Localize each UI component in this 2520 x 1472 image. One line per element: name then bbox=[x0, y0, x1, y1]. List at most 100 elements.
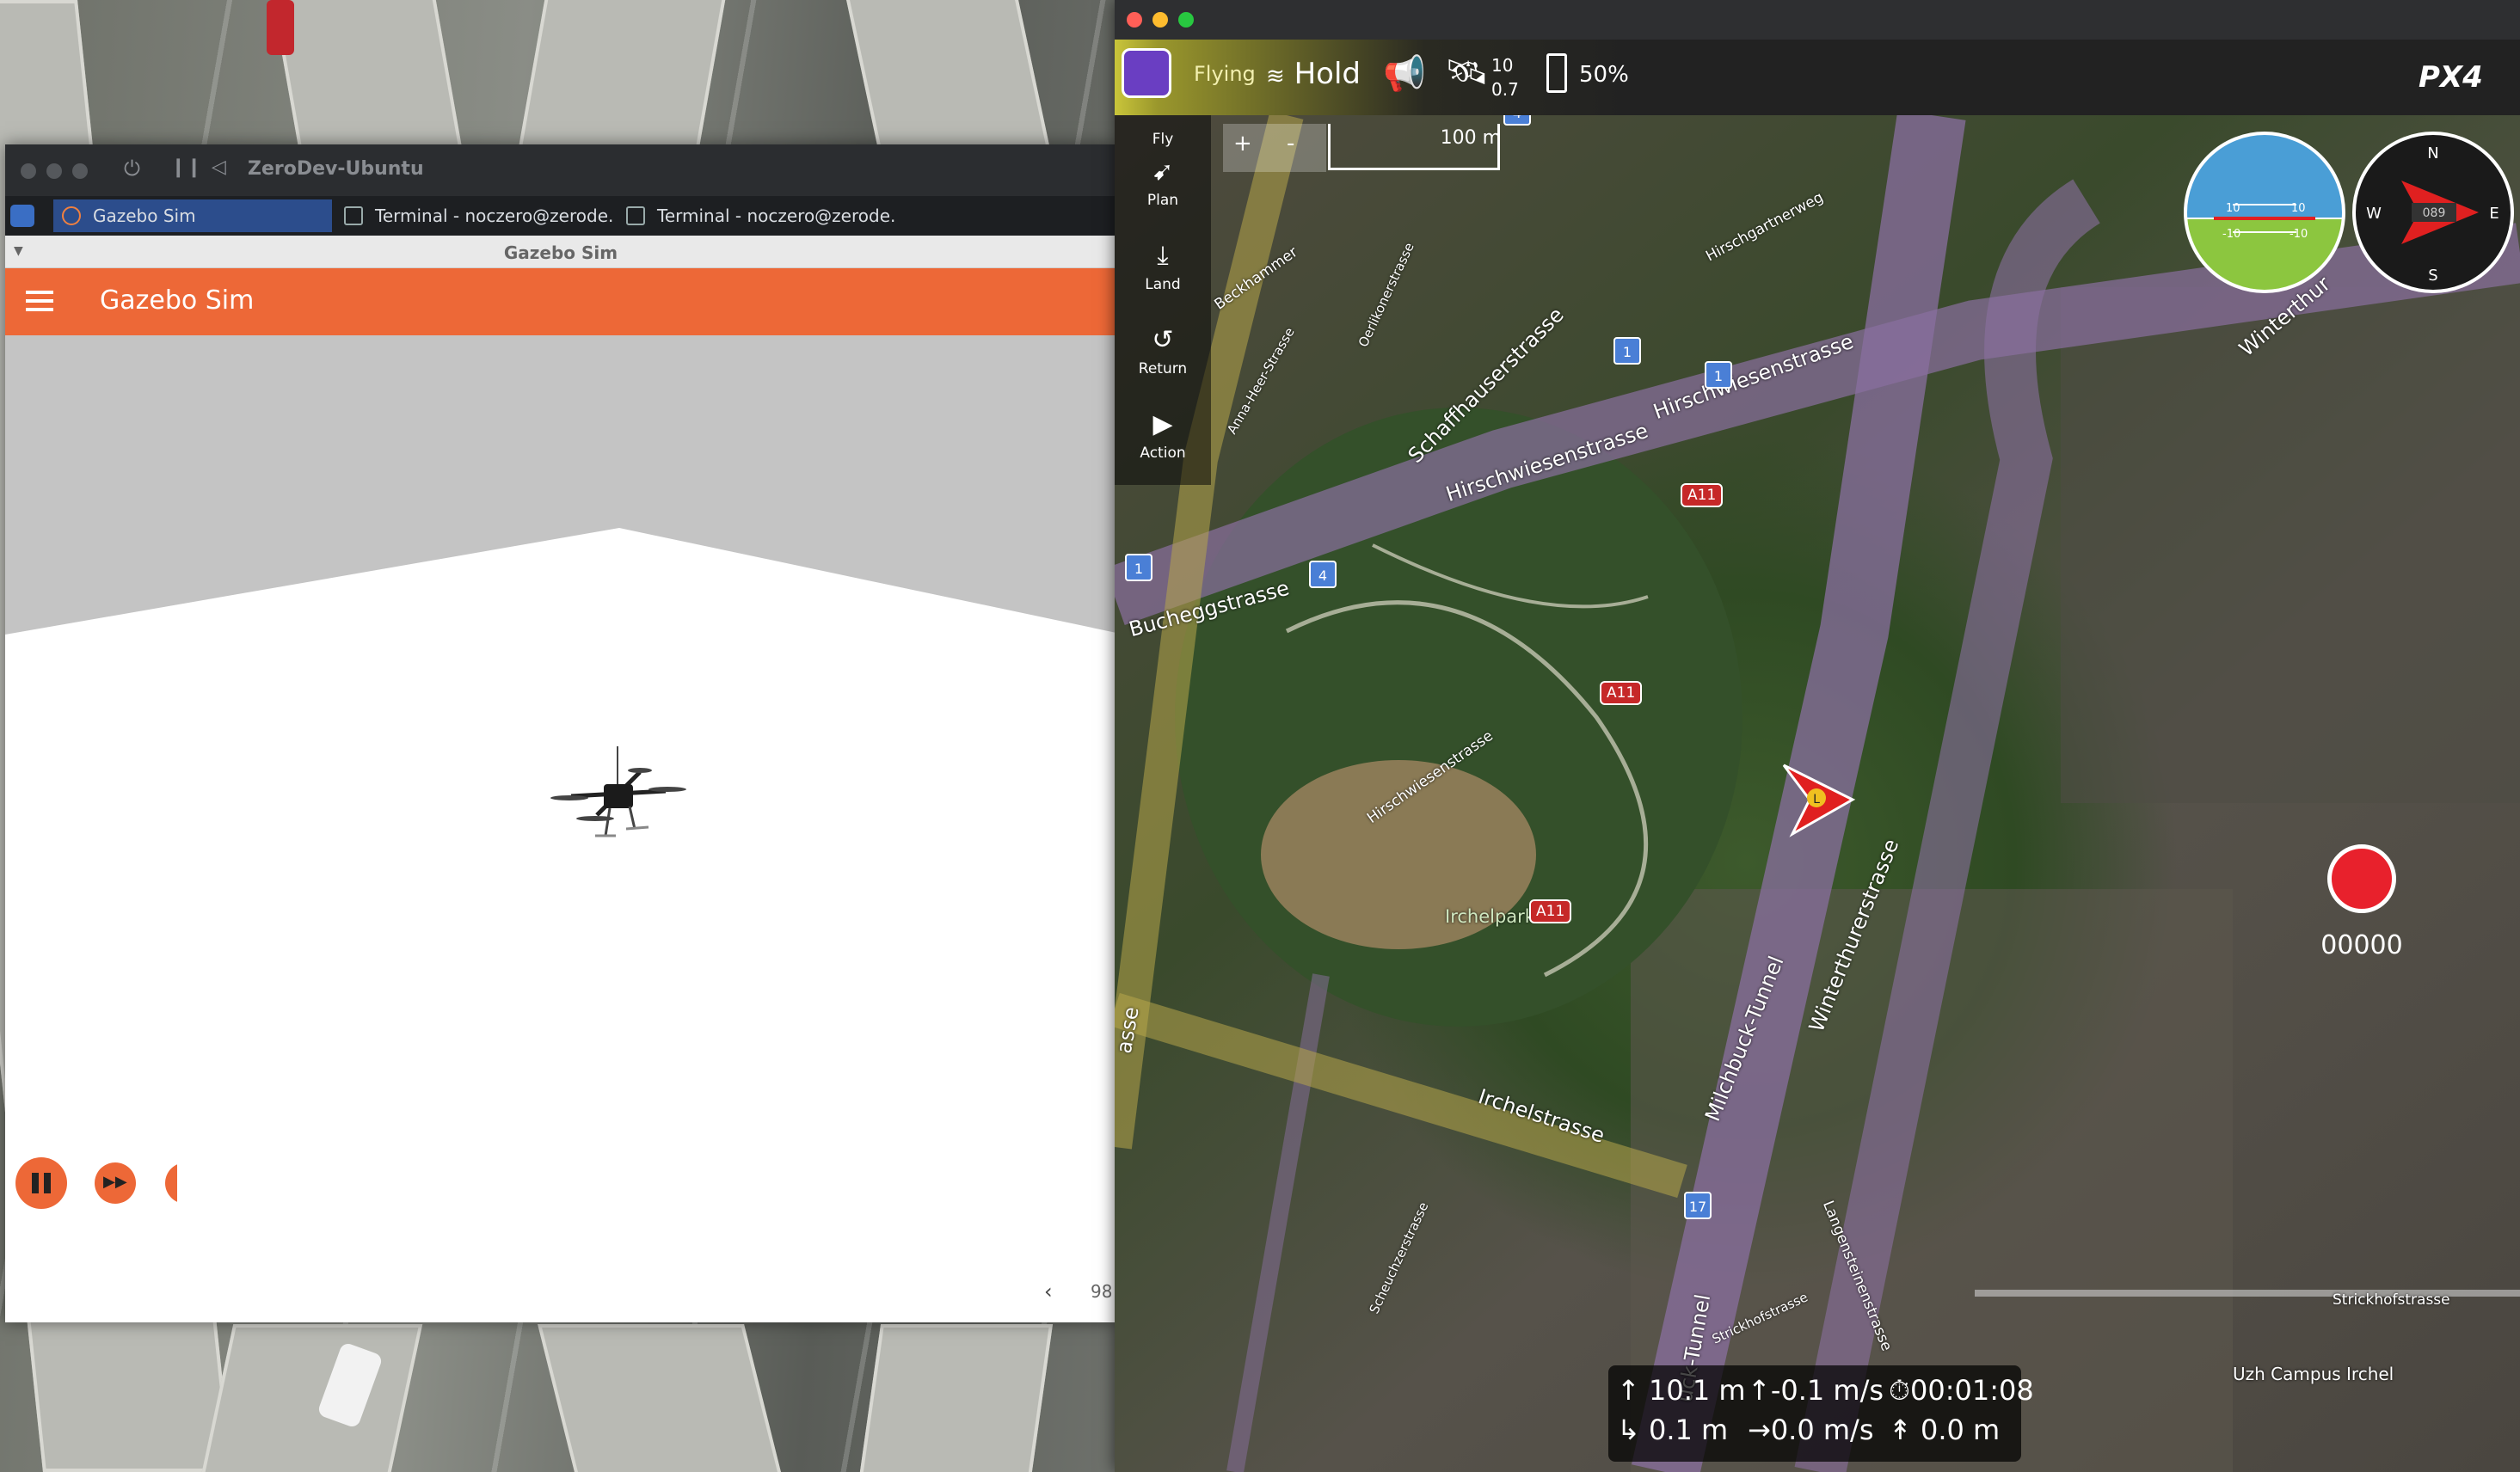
distance-stat: ↳ 0.1 m bbox=[1617, 1414, 1729, 1446]
svg-text:S: S bbox=[2428, 267, 2437, 285]
app-subtitle-bar: ▼ Gazebo Sim bbox=[5, 236, 1116, 268]
gazebo-window: ⏻ ❙❙ ◁ ZeroDev-Ubuntu Gazebo Sim Termina… bbox=[5, 144, 1116, 1322]
svg-text:-10: -10 bbox=[2290, 228, 2308, 241]
record-counter: 00000 bbox=[2320, 930, 2403, 960]
tool-strip: Fly ➹ Plan ⤓ Land ↺ Return ▶ Action bbox=[1115, 115, 1211, 485]
app-title: Gazebo Sim bbox=[100, 285, 255, 316]
scale-label: 100 m bbox=[1440, 127, 1501, 149]
motorway-badge: A11 bbox=[1681, 483, 1724, 507]
road-badge: 1 bbox=[1705, 361, 1732, 389]
highway-lane bbox=[515, 0, 732, 163]
gazebo-icon bbox=[62, 206, 81, 225]
hdop-value: 0.7 bbox=[1491, 79, 1519, 100]
back-icon[interactable]: ◁ bbox=[212, 156, 226, 178]
terminal-icon bbox=[344, 206, 363, 225]
map-label: Uzh Campus Irchel bbox=[2233, 1364, 2394, 1384]
compass: N E S W 089 bbox=[2352, 132, 2514, 293]
tab-terminal-1[interactable]: Terminal - noczero@zerode... bbox=[335, 199, 614, 232]
qgc-logo-icon[interactable] bbox=[1122, 48, 1171, 98]
zoom-in-button[interactable]: + bbox=[1233, 131, 1252, 156]
pause-icon bbox=[44, 1173, 51, 1193]
land-button[interactable]: ⤓ Land bbox=[1115, 241, 1211, 293]
satellite-map[interactable]: Bucheggstrasse Schaffhauserstrasse Hirsc… bbox=[1115, 98, 2520, 1472]
drone-model[interactable] bbox=[545, 746, 691, 858]
altitude-icon: ↑ bbox=[1617, 1374, 1640, 1407]
step-button[interactable]: ▶▶ bbox=[95, 1162, 136, 1204]
highway-lane bbox=[538, 1324, 787, 1472]
tab-label: Gazebo Sim bbox=[93, 205, 196, 226]
pause-icon bbox=[32, 1173, 39, 1193]
tab-label: Terminal - noczero@zerode... bbox=[657, 205, 896, 226]
return-button[interactable]: ↺ Return bbox=[1115, 325, 1211, 377]
map-scale: 100 m bbox=[1328, 124, 1501, 170]
tab-bar: Gazebo Sim Terminal - noczero@zerode... … bbox=[5, 196, 1116, 236]
chevron-left-icon[interactable]: ‹ bbox=[1044, 1279, 1053, 1303]
action-button[interactable]: ▶ Action bbox=[1115, 409, 1211, 462]
telemetry-panel: ↑ 10.1 m ↑-0.1 m/s ⏱00:01:08 ↳ 0.1 m →0.… bbox=[1608, 1365, 2034, 1462]
battery-percent: 50% bbox=[1579, 62, 1629, 88]
minimize-button[interactable] bbox=[46, 163, 62, 179]
zoom-out-button[interactable]: - bbox=[1287, 131, 1294, 156]
land-icon: ⤓ bbox=[1157, 241, 1169, 271]
window-titlebar[interactable] bbox=[1115, 0, 2520, 40]
app-subtitle: Gazebo Sim bbox=[503, 242, 618, 263]
action-icon: ▶ bbox=[1152, 409, 1173, 439]
highway-lane bbox=[196, 1324, 423, 1472]
satellite-icon[interactable]: 🛰 bbox=[1445, 52, 1489, 92]
return-label: Return bbox=[1138, 360, 1188, 377]
pause-icon[interactable]: ❙❙ bbox=[170, 156, 202, 178]
hamburger-menu-icon[interactable] bbox=[26, 291, 53, 311]
satellite-count: 10 bbox=[1491, 55, 1514, 76]
action-label: Action bbox=[1140, 445, 1186, 462]
svg-text:10: 10 bbox=[2226, 202, 2240, 215]
minimize-button[interactable] bbox=[1152, 12, 1168, 28]
flight-time-stat: ⏱00:01:08 bbox=[1889, 1374, 2034, 1407]
road-badge: 17 bbox=[1684, 1192, 1712, 1219]
svg-text:E: E bbox=[2489, 205, 2498, 223]
flight-mode: Hold bbox=[1294, 57, 1361, 91]
window-titlebar[interactable]: ⏻ ❙❙ ◁ ZeroDev-Ubuntu bbox=[5, 144, 1116, 196]
road-badge: 4 bbox=[1309, 561, 1337, 588]
pause-button[interactable] bbox=[15, 1157, 67, 1209]
flight-state[interactable]: Flying bbox=[1194, 62, 1256, 86]
plan-label: Plan bbox=[1146, 192, 1179, 209]
highway-lane bbox=[839, 0, 1054, 163]
tab-terminal-2[interactable]: Terminal - noczero@zerode... bbox=[618, 199, 896, 232]
home-distance-stat: ↟ 0.0 m bbox=[1889, 1414, 2001, 1446]
red-car bbox=[267, 0, 294, 55]
svg-text:089: 089 bbox=[2423, 206, 2446, 220]
maximize-button[interactable] bbox=[72, 163, 88, 179]
record-button[interactable] bbox=[2327, 844, 2396, 913]
qgc-window: Bucheggstrasse Schaffhauserstrasse Hirsc… bbox=[1115, 0, 2520, 1472]
vehicle-marker[interactable]: L bbox=[1775, 757, 1861, 843]
power-icon[interactable]: ⏻ bbox=[124, 156, 140, 181]
plan-icon: ➹ bbox=[1152, 156, 1174, 187]
window-title: ZeroDev-Ubuntu bbox=[248, 158, 424, 180]
maximize-button[interactable] bbox=[1178, 12, 1194, 28]
fly-button[interactable]: Fly bbox=[1115, 131, 1211, 148]
close-button[interactable] bbox=[21, 163, 36, 179]
page-number: 98 bbox=[1091, 1281, 1113, 1302]
tab-label: Terminal - noczero@zerode... bbox=[375, 205, 614, 226]
road-badge: 1 bbox=[1125, 554, 1152, 581]
road-badge: 1 bbox=[1613, 337, 1641, 365]
battery-icon[interactable] bbox=[1546, 53, 1567, 93]
stopwatch-icon: ⏱ bbox=[1889, 1374, 1910, 1407]
qgc-toolbar: Flying ≋ Hold 📢 🛰 10 0.7 50% PX4 bbox=[1115, 40, 2520, 115]
simulation-viewport[interactable]: ▶▶ ‹ 98 bbox=[5, 335, 1116, 1322]
terminal-icon bbox=[626, 206, 645, 225]
plan-button[interactable]: ➹ Plan bbox=[1115, 156, 1211, 209]
attitude-indicator: 10 10 -10 -10 bbox=[2184, 132, 2345, 293]
flight-mode-button[interactable]: ≋ Hold bbox=[1266, 57, 1361, 91]
motorway-badge: A11 bbox=[1600, 681, 1643, 705]
app-menu-icon[interactable] bbox=[10, 205, 34, 227]
map-label: Strickhofstrasse bbox=[2333, 1291, 2450, 1309]
land-label: Land bbox=[1145, 276, 1181, 293]
fast-forward-icon: ▶▶ bbox=[103, 1173, 127, 1191]
motorway-badge: A11 bbox=[1529, 899, 1572, 923]
return-icon: ↺ bbox=[1152, 325, 1174, 355]
tab-gazebo[interactable]: Gazebo Sim bbox=[53, 199, 332, 232]
megaphone-icon[interactable]: 📢 bbox=[1383, 53, 1426, 94]
close-button[interactable] bbox=[1127, 12, 1142, 28]
map-label: Irchelpark bbox=[1445, 906, 1535, 927]
